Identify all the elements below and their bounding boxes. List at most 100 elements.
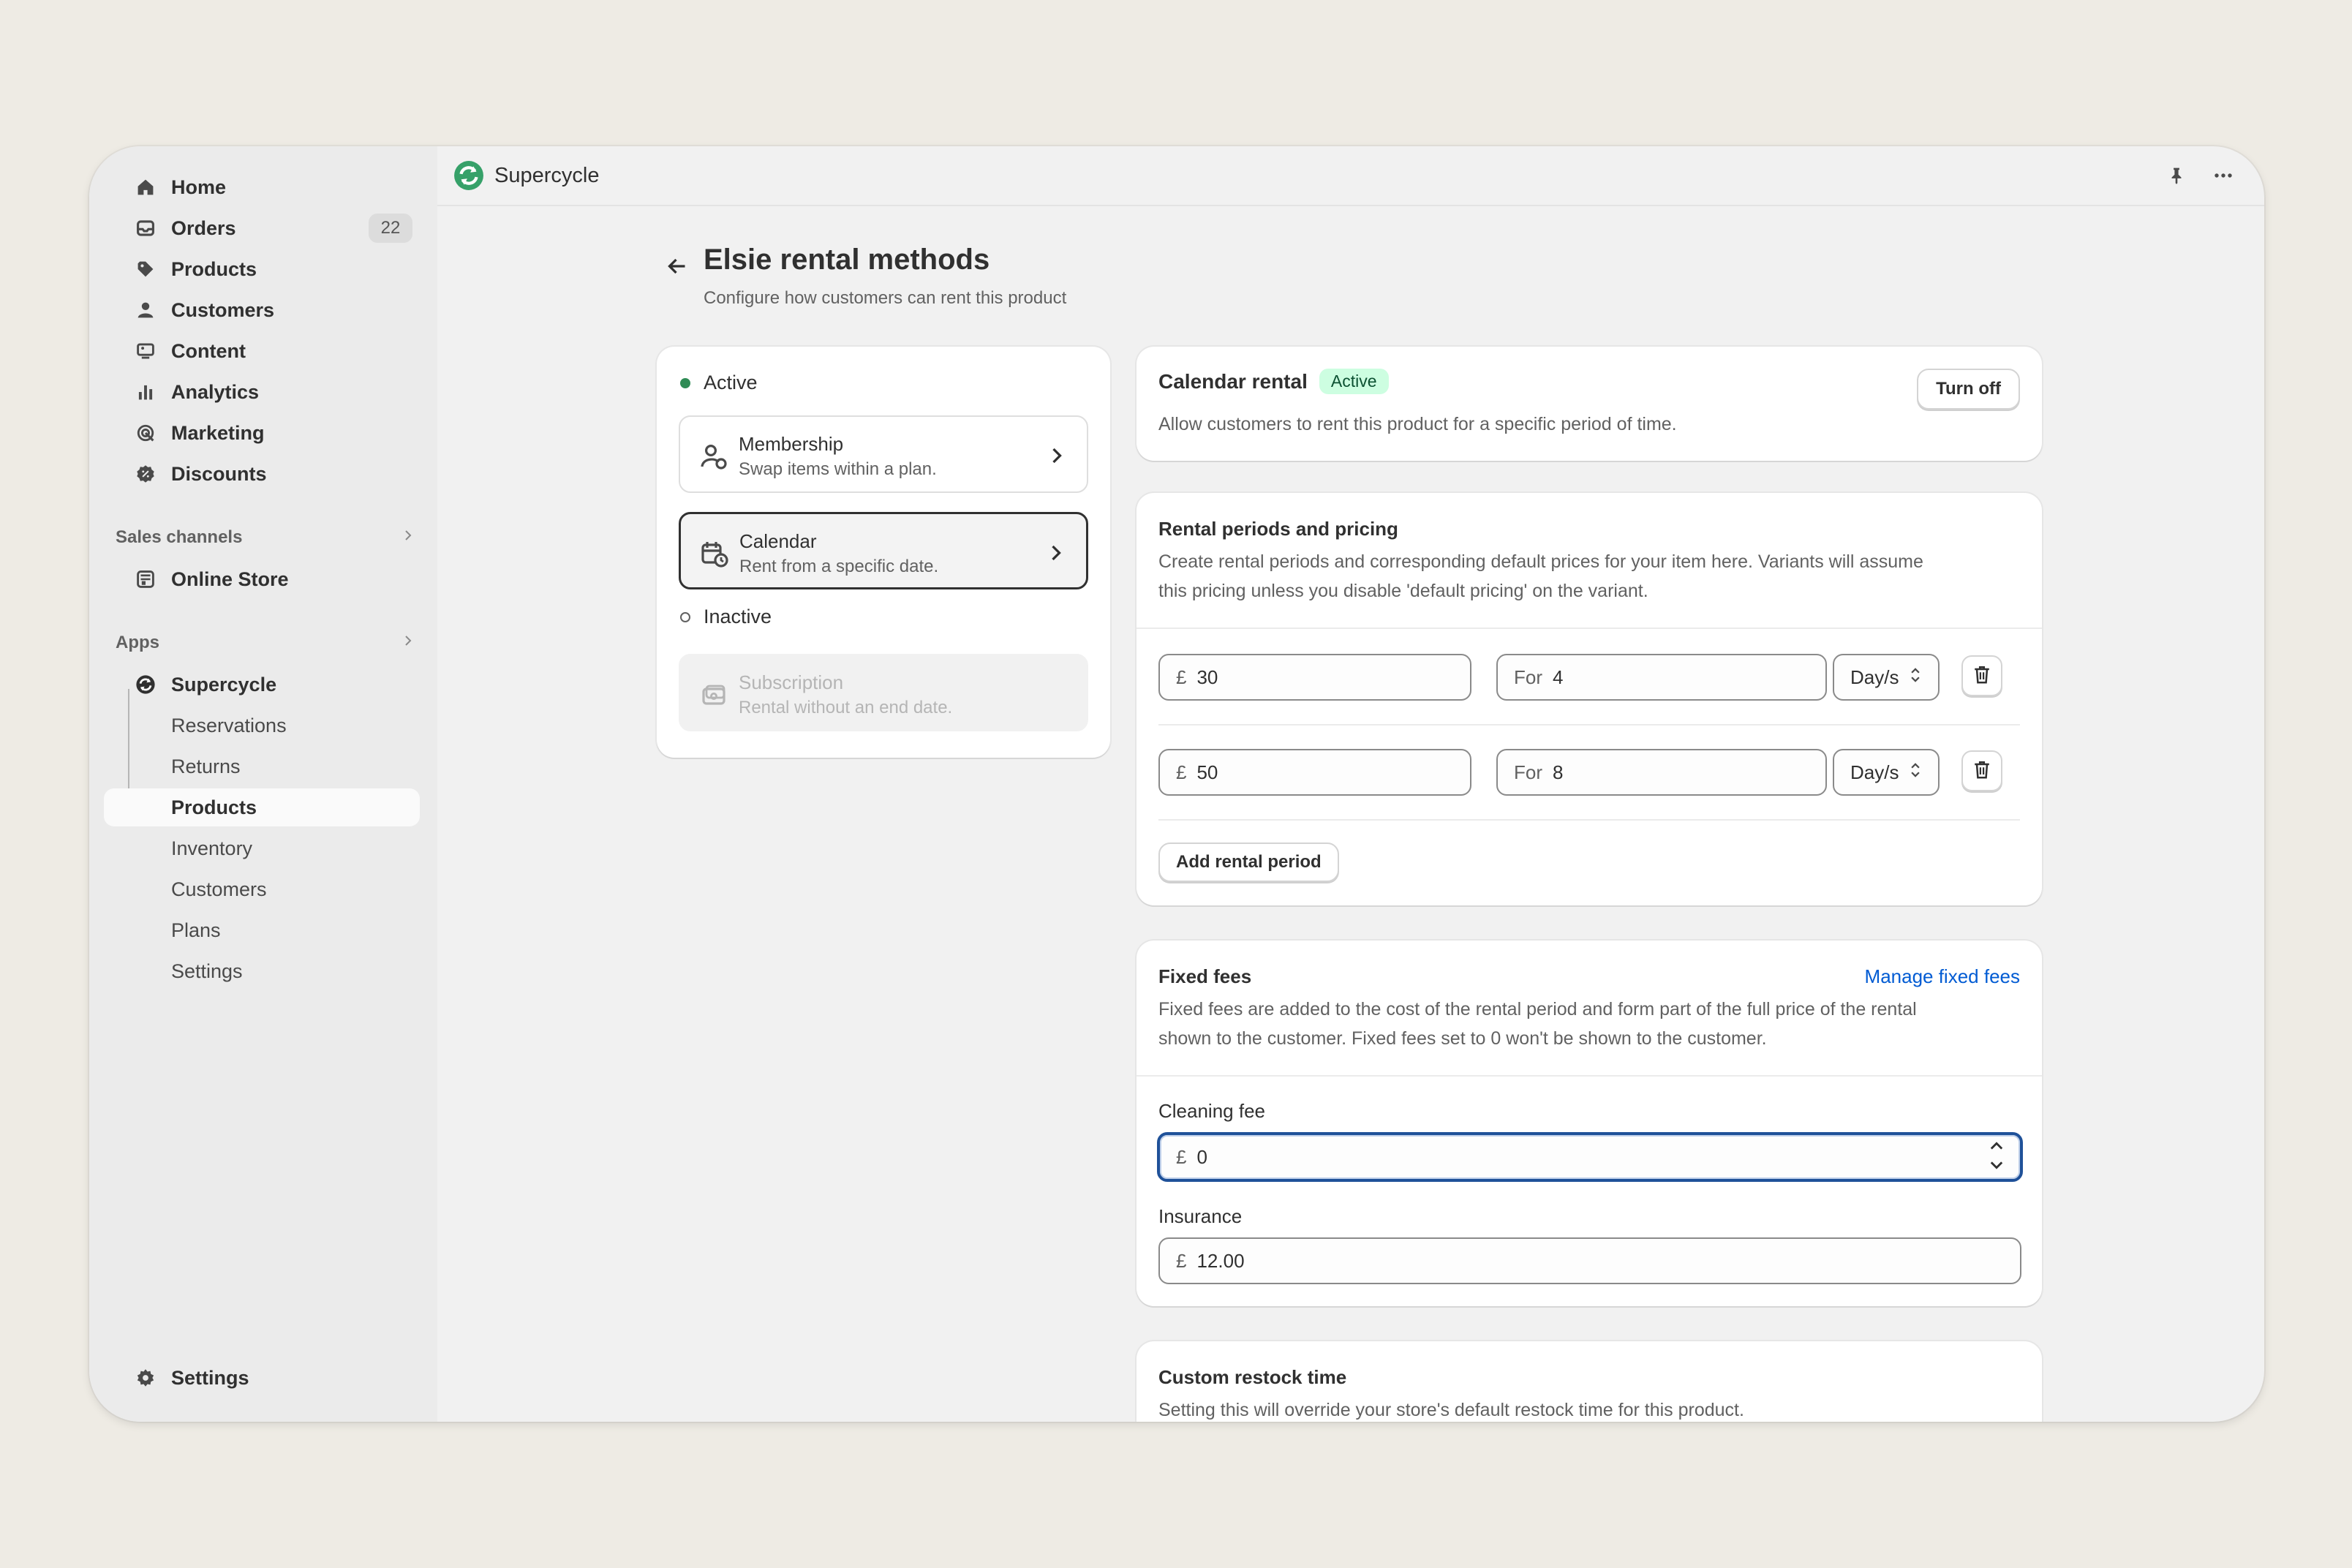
- orders-count-badge: 22: [369, 214, 412, 243]
- delete-period-button[interactable]: [1961, 750, 2002, 791]
- fixed-fees-description-line2: shown to the customer. Fixed fees set to…: [1158, 1028, 1767, 1049]
- back-arrow-icon[interactable]: [660, 249, 695, 284]
- select-arrows-icon: [1909, 666, 1922, 690]
- insurance-label: Insurance: [1158, 1205, 1243, 1227]
- rental-duration-value: 8: [1553, 761, 1564, 783]
- rental-methods-card: Active Membership Swap items within a pl…: [657, 347, 1110, 758]
- sidebar-item-label: Marketing: [171, 421, 265, 444]
- store-icon: [132, 565, 159, 593]
- insurance-value: 12.00: [1196, 1249, 1245, 1272]
- rental-periods-description-line1: Create rental periods and corresponding …: [1158, 551, 1923, 572]
- sidebar-subitem-label: Plans: [171, 919, 221, 941]
- sidebar-subitem-plans[interactable]: Plans: [104, 911, 420, 949]
- active-label: Active: [704, 372, 758, 393]
- divider: [1137, 1075, 2042, 1077]
- sales-channels-label: Sales channels: [116, 527, 243, 547]
- sidebar-item-settings[interactable]: Settings: [104, 1359, 420, 1397]
- sidebar-subitem-products[interactable]: Products: [104, 788, 420, 826]
- custom-restock-title: Custom restock time: [1158, 1366, 1347, 1388]
- active-methods-header: Active: [680, 372, 758, 394]
- sidebar-item-supercycle[interactable]: Supercycle: [104, 666, 420, 704]
- rental-periods-description-line2: this pricing unless you disable 'default…: [1158, 581, 1648, 601]
- add-rental-period-button[interactable]: Add rental period: [1158, 843, 1339, 882]
- subscription-icon: [699, 680, 728, 709]
- sidebar-subitem-customers[interactable]: Customers: [104, 870, 420, 908]
- rental-price-value: 50: [1196, 761, 1218, 783]
- sidebar-subitem-returns[interactable]: Returns: [104, 747, 420, 785]
- page-subtitle: Configure how customers can rent this pr…: [704, 288, 1067, 308]
- cleaning-fee-input[interactable]: £ 0: [1157, 1132, 2023, 1182]
- inactive-dot-icon: [680, 611, 690, 622]
- sidebar-item-label: Customers: [171, 298, 275, 321]
- number-stepper[interactable]: [1985, 1139, 2008, 1172]
- sidebar: Home Orders 22 Products Customers Conten…: [89, 146, 437, 1422]
- currency-prefix: £: [1176, 1145, 1187, 1168]
- rental-price-field[interactable]: £ 30: [1158, 654, 1471, 701]
- sidebar-item-orders[interactable]: Orders 22: [104, 209, 420, 247]
- sidebar-item-home[interactable]: Home: [104, 168, 420, 206]
- sidebar-subitem-inventory[interactable]: Inventory: [104, 829, 420, 867]
- rental-duration-field[interactable]: For 8: [1496, 749, 1827, 796]
- sidebar-item-online-store[interactable]: Online Store: [104, 560, 420, 598]
- chevron-right-icon: [1046, 445, 1068, 467]
- membership-icon: [699, 442, 728, 471]
- sidebar-item-marketing[interactable]: Marketing: [104, 414, 420, 452]
- turn-off-button[interactable]: Turn off: [1917, 369, 2020, 410]
- rental-price-value: 30: [1196, 666, 1218, 688]
- calendar-rental-description: Allow customers to rent this product for…: [1158, 414, 1677, 434]
- delete-period-button[interactable]: [1961, 655, 2002, 696]
- sidebar-item-analytics[interactable]: Analytics: [104, 373, 420, 411]
- duration-unit-select[interactable]: Day/s: [1833, 749, 1940, 796]
- subscription-method[interactable]: Subscription Rental without an end date.: [679, 654, 1088, 731]
- stepper-down-icon[interactable]: [1989, 1158, 2005, 1172]
- sidebar-subitem-label: Products: [171, 796, 257, 818]
- app-window: Home Orders 22 Products Customers Conten…: [89, 146, 2264, 1422]
- calendar-rental-title: Calendar rental: [1158, 369, 1308, 393]
- sidebar-subitem-settings[interactable]: Settings: [104, 952, 420, 990]
- home-icon: [132, 173, 159, 201]
- membership-method[interactable]: Membership Swap items within a plan.: [679, 415, 1088, 493]
- method-description: Rent from a specific date.: [739, 557, 939, 576]
- target-icon: [132, 419, 159, 447]
- page-title: Elsie rental methods: [704, 244, 990, 276]
- more-icon[interactable]: [2209, 161, 2238, 190]
- manage-fixed-fees-link[interactable]: Manage fixed fees: [1865, 965, 2020, 988]
- custom-restock-card: Custom restock time Setting this will ov…: [1137, 1341, 2042, 1422]
- app-topbar: Supercycle: [437, 146, 2264, 206]
- divider: [1137, 627, 2042, 629]
- method-title: Subscription: [739, 671, 844, 693]
- trash-icon: [1972, 664, 1992, 688]
- cleaning-fee-value: 0: [1196, 1145, 1207, 1168]
- calendar-method[interactable]: Calendar Rent from a specific date.: [679, 512, 1088, 589]
- supercycle-icon: [132, 671, 159, 698]
- sidebar-item-discounts[interactable]: Discounts: [104, 455, 420, 493]
- sidebar-item-content[interactable]: Content: [104, 332, 420, 370]
- sidebar-subitem-label: Returns: [171, 755, 241, 777]
- chevron-right-icon: [401, 633, 415, 653]
- apps-header[interactable]: Apps: [116, 628, 420, 657]
- rental-duration-field[interactable]: For 4: [1496, 654, 1827, 701]
- inactive-methods-header: Inactive: [680, 606, 772, 628]
- sidebar-item-products[interactable]: Products: [104, 250, 420, 288]
- rental-price-field[interactable]: £ 50: [1158, 749, 1471, 796]
- sidebar-subitem-label: Customers: [171, 878, 267, 900]
- sidebar-item-customers[interactable]: Customers: [104, 291, 420, 329]
- sales-channels-header[interactable]: Sales channels: [116, 523, 420, 552]
- calendar-rental-card: Calendar rental Active Allow customers t…: [1137, 347, 2042, 461]
- insurance-input[interactable]: £ 12.00: [1158, 1237, 2021, 1284]
- select-arrows-icon: [1909, 761, 1922, 785]
- duration-unit-select[interactable]: Day/s: [1833, 654, 1940, 701]
- fixed-fees-card: Fixed fees Manage fixed fees Fixed fees …: [1137, 941, 2042, 1306]
- discount-icon: [132, 460, 159, 488]
- pin-icon[interactable]: [2162, 161, 2191, 190]
- active-dot-icon: [680, 377, 690, 388]
- content-icon: [132, 337, 159, 365]
- apps-label: Apps: [116, 633, 159, 652]
- sidebar-subitem-label: Reservations: [171, 714, 287, 736]
- for-prefix: For: [1514, 761, 1542, 783]
- sidebar-subitem-label: Inventory: [171, 837, 253, 859]
- stepper-up-icon[interactable]: [1989, 1139, 2005, 1153]
- status-badge: Active: [1319, 369, 1389, 394]
- sidebar-item-label: Analytics: [171, 380, 260, 403]
- sidebar-subitem-reservations[interactable]: Reservations: [104, 706, 420, 745]
